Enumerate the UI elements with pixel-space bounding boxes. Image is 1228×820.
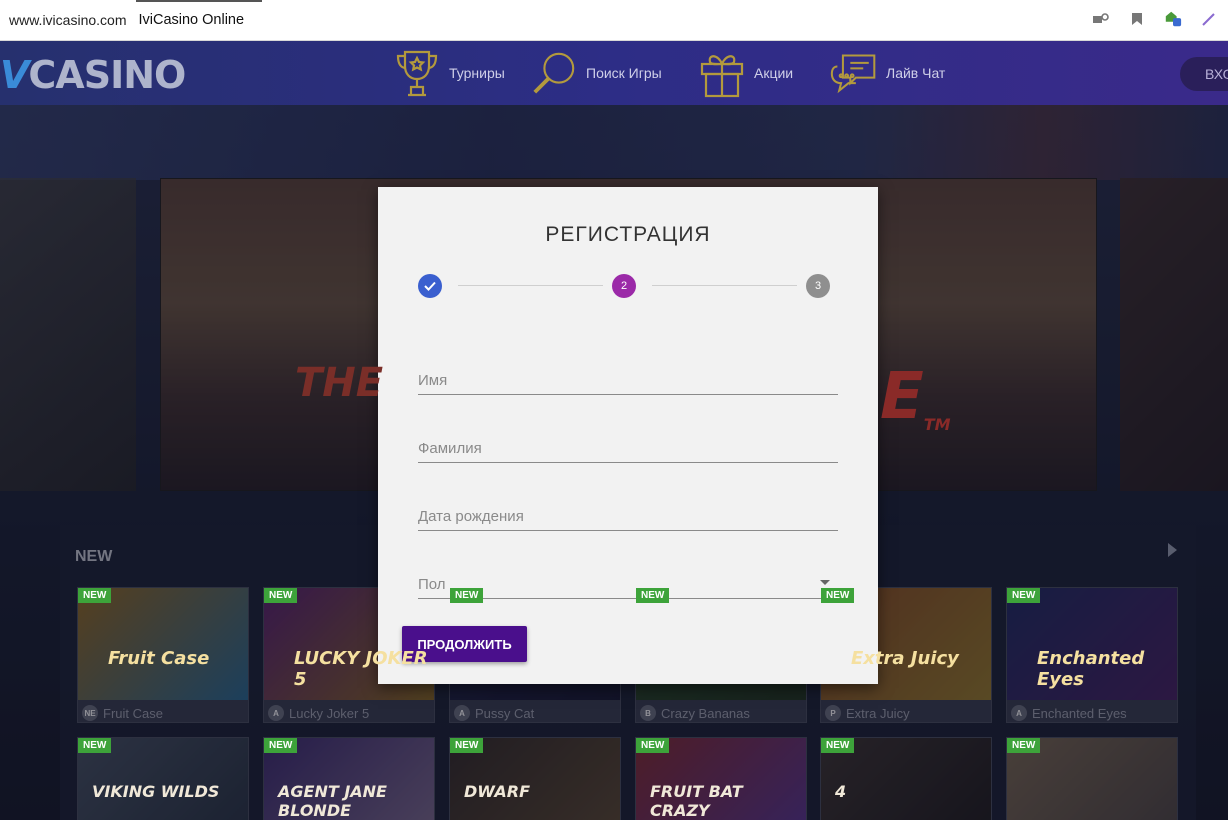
pen-icon[interactable] [1200, 10, 1218, 28]
game-art-title: LUCKY JOKER 5 [294, 648, 428, 690]
nav-tournaments-label: Турниры [449, 65, 505, 81]
dob-field [418, 497, 838, 531]
trophy-icon [393, 47, 441, 99]
registration-modal: РЕГИСТРАЦИЯ 2 3 ПРОДОЛЖИТЬ [378, 187, 878, 684]
game-art-title: Fruit Case [108, 648, 210, 669]
first-name-field [418, 361, 838, 395]
nav-tournaments[interactable]: Турниры [393, 47, 505, 99]
game-art-title: 4 [835, 782, 847, 801]
new-badge: NEW [636, 738, 670, 753]
new-badge: NEW [78, 588, 112, 603]
last-name-input[interactable] [418, 429, 838, 462]
key-icon[interactable] [1092, 10, 1110, 28]
game-art-title: DWARF [464, 782, 530, 801]
nav-game-search-label: Поиск Игры [586, 65, 662, 81]
step-connector-2 [652, 285, 797, 286]
extension-icon[interactable] [1164, 10, 1182, 28]
site-header: VCASINO Турниры Поиск Игры Акции Лайв Ча… [0, 41, 1228, 105]
banner-text-right-letter: E [880, 360, 924, 434]
banner-text-right: ETM [880, 360, 951, 434]
modal-title: РЕГИСТРАЦИЯ [545, 223, 711, 246]
new-badge: NEW [636, 588, 670, 603]
first-name-input[interactable] [418, 361, 838, 394]
browser-toolbar-icons [1092, 10, 1218, 28]
nav-live-chat-label: Лайв Чат [886, 65, 946, 81]
last-name-field [418, 429, 838, 463]
site-logo[interactable]: VCASINO [0, 53, 186, 97]
gift-icon [698, 47, 746, 99]
browser-bar: www.ivicasino.com IviCasino Online [0, 0, 1228, 41]
new-badge: NEW [78, 738, 112, 753]
game-art-title: Extra Juicy [851, 648, 959, 669]
address-bar[interactable]: www.ivicasino.com [9, 12, 126, 28]
new-badge: NEW [450, 738, 484, 753]
new-badge: NEW [821, 588, 855, 603]
banner-trademark: TM [923, 415, 951, 434]
new-badge: NEW [1007, 588, 1041, 603]
magnifier-icon [530, 47, 578, 99]
banner-text-left: THE [295, 360, 384, 406]
step-1-indicator [418, 274, 442, 298]
chevron-down-icon[interactable] [820, 580, 830, 585]
logo-mark: V [0, 53, 29, 97]
nav-promotions[interactable]: Акции [698, 47, 793, 99]
nav-promotions-label: Акции [754, 65, 794, 81]
step-3-indicator: 3 [806, 274, 830, 298]
chat-icon [830, 47, 878, 99]
nav-live-chat[interactable]: Лайв Чат [830, 47, 945, 99]
step-2-indicator: 2 [612, 274, 636, 298]
tab-title[interactable]: IviCasino Online [138, 12, 244, 28]
new-badge: NEW [821, 738, 855, 753]
game-art-title: FRUIT BAT CRAZY [650, 782, 743, 820]
game-art-title: AGENT JANE BLONDE [278, 782, 387, 820]
checkmark-icon [424, 281, 436, 291]
dob-input[interactable] [418, 497, 838, 530]
step-connector-1 [458, 285, 603, 286]
new-badge: NEW [450, 588, 484, 603]
game-art-title: Enchanted Eyes [1037, 648, 1145, 690]
new-badge: NEW [1007, 738, 1041, 753]
new-badge: NEW [264, 738, 298, 753]
new-badge: NEW [264, 588, 298, 603]
game-art-title: VIKING WILDS [92, 782, 220, 801]
logo-text: CASINO [28, 53, 186, 97]
bookmark-icon[interactable] [1128, 10, 1146, 28]
nav-game-search[interactable]: Поиск Игры [530, 47, 662, 99]
login-button[interactable]: ВХО [1180, 57, 1228, 91]
tab-indicator [136, 0, 262, 2]
